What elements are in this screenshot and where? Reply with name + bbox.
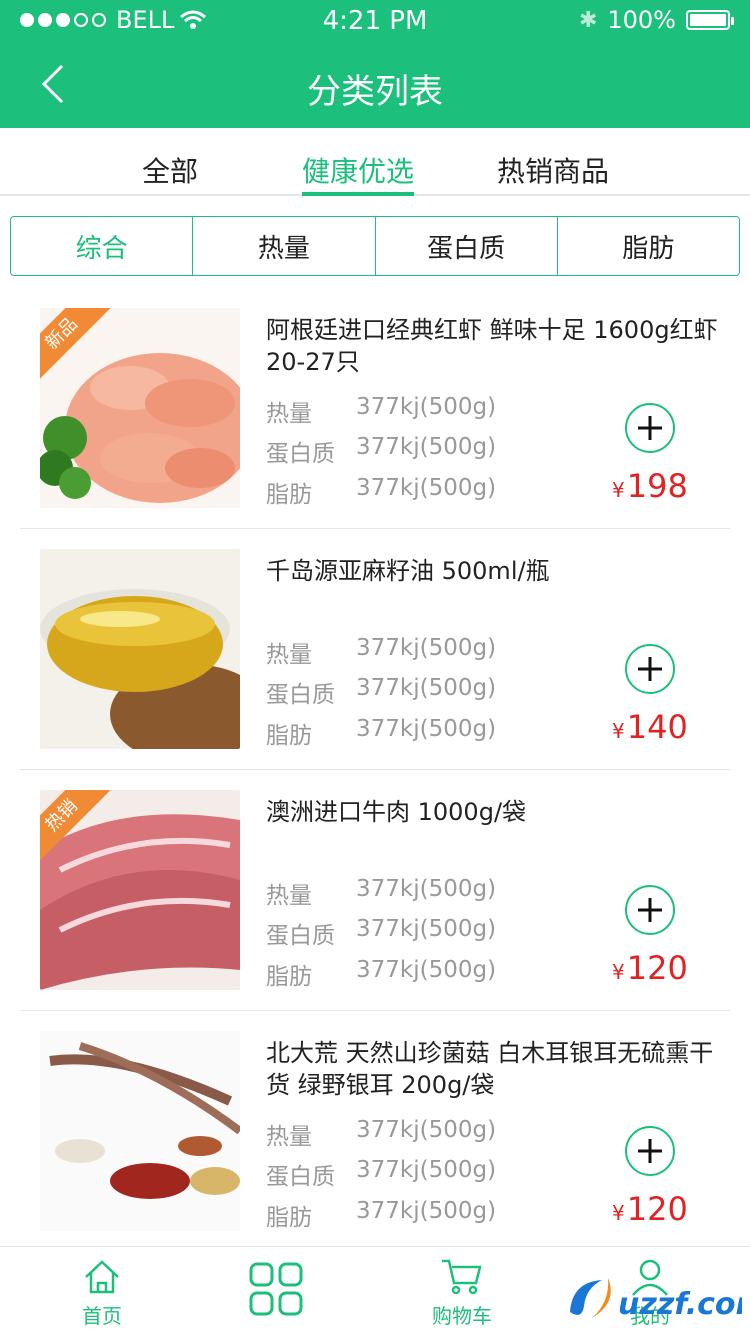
protein-value: 377kj(500g) bbox=[356, 434, 497, 460]
fat-value: 377kj(500g) bbox=[356, 957, 497, 983]
list-item[interactable]: 千岛源亚麻籽油 500ml/瓶 热量 377kj(500g) 蛋白质 377kj(5… bbox=[0, 529, 750, 770]
price: ¥120 bbox=[612, 949, 688, 987]
product-name: 阿根廷进口经典红虾 鲜味十足 1600g红虾20-27只 bbox=[266, 316, 718, 376]
price: ¥120 bbox=[612, 1190, 688, 1228]
protein-row: 蛋白质 377kj(500g) bbox=[266, 1157, 497, 1190]
list-item[interactable]: 热销 澳洲进口牛肉 1000g/袋 热量 377kj(500g) 蛋白质 377kj… bbox=[0, 770, 750, 1011]
fat-row: 脂肪 377kj(500g) bbox=[266, 716, 497, 749]
status-bar: BELL 4:21 PM ✱ 100% bbox=[0, 0, 750, 40]
add-to-cart-button[interactable] bbox=[625, 1126, 675, 1176]
protein-value: 377kj(500g) bbox=[356, 1157, 497, 1183]
tabbar-home[interactable]: 首页 bbox=[42, 1247, 162, 1334]
sort-overall[interactable]: 综合 bbox=[11, 217, 192, 275]
add-to-cart-button[interactable] bbox=[625, 644, 675, 694]
tabbar-category[interactable] bbox=[216, 1247, 336, 1334]
calories-value: 377kj(500g) bbox=[356, 635, 497, 661]
price: ¥140 bbox=[612, 708, 688, 746]
fat-row: 脂肪 377kj(500g) bbox=[266, 957, 497, 990]
watermark-logo: uzzf.com bbox=[570, 1278, 742, 1322]
list-item[interactable]: 北大荒 天然山珍菌菇 白木耳银耳无硫熏干货 绿野银耳 200g/袋 热量 377k… bbox=[0, 1011, 750, 1252]
sort-bar: 综合 热量 蛋白质 脂肪 bbox=[10, 216, 740, 276]
tab-healthy[interactable]: 健康优选 bbox=[302, 150, 415, 196]
calories-row: 热量 377kj(500g) bbox=[266, 1117, 497, 1150]
tab-all[interactable]: 全部 bbox=[142, 150, 198, 196]
tab-hot[interactable]: 热销商品 bbox=[497, 150, 609, 196]
tabbar-cart[interactable]: 购物车 bbox=[402, 1247, 522, 1334]
battery-icon bbox=[686, 10, 734, 30]
grid-icon bbox=[249, 1262, 303, 1316]
add-to-cart-button[interactable] bbox=[625, 403, 675, 453]
product-name: 千岛源亚麻籽油 500ml/瓶 bbox=[266, 557, 550, 585]
price: ¥198 bbox=[612, 467, 688, 505]
tabbar-cart-label: 购物车 bbox=[432, 1304, 492, 1328]
protein-row: 蛋白质 377kj(500g) bbox=[266, 916, 497, 949]
protein-row: 蛋白质 377kj(500g) bbox=[266, 675, 497, 708]
protein-row: 蛋白质 377kj(500g) bbox=[266, 434, 497, 467]
list-item[interactable]: 新品 阿根廷进口经典红虾 鲜味十足 1600g红虾20-27只 热量 377kj(… bbox=[0, 288, 750, 529]
tabbar-home-label: 首页 bbox=[82, 1304, 122, 1328]
header: BELL 4:21 PM ✱ 100% 分类列表 bbox=[0, 0, 750, 128]
product-name: 北大荒 天然山珍菌菇 白木耳银耳无硫熏干货 绿野银耳 200g/袋 bbox=[266, 1039, 714, 1099]
product-image bbox=[40, 549, 240, 749]
calories-row: 热量 377kj(500g) bbox=[266, 876, 497, 909]
product-image: 新品 bbox=[40, 308, 240, 508]
page-title: 分类列表 bbox=[307, 72, 443, 112]
calories-value: 377kj(500g) bbox=[356, 394, 497, 420]
bluetooth-icon: ✱ bbox=[578, 7, 598, 33]
sort-calories[interactable]: 热量 bbox=[192, 217, 374, 275]
sort-fat[interactable]: 脂肪 bbox=[556, 217, 739, 275]
fat-row: 脂肪 377kj(500g) bbox=[266, 1198, 497, 1231]
fat-row: 脂肪 377kj(500g) bbox=[266, 475, 497, 508]
calories-value: 377kj(500g) bbox=[356, 1117, 497, 1143]
cart-icon bbox=[442, 1259, 482, 1295]
protein-value: 377kj(500g) bbox=[356, 916, 497, 942]
product-list: 新品 阿根廷进口经典红虾 鲜味十足 1600g红虾20-27只 热量 377kj(… bbox=[0, 288, 750, 1252]
product-image bbox=[40, 1031, 240, 1231]
calories-row: 热量 377kj(500g) bbox=[266, 635, 497, 668]
product-image: 热销 bbox=[40, 790, 240, 990]
protein-value: 377kj(500g) bbox=[356, 675, 497, 701]
fat-value: 377kj(500g) bbox=[356, 716, 497, 742]
bottom-tab-bar: 首页 购物车 我的 uzzf.com bbox=[0, 1246, 750, 1334]
fat-value: 377kj(500g) bbox=[356, 1198, 497, 1224]
watermark-text: uzzf.com bbox=[618, 1287, 742, 1322]
category-tabs: 全部 健康优选 热销商品 bbox=[0, 128, 750, 196]
calories-value: 377kj(500g) bbox=[356, 876, 497, 902]
calories-row: 热量 377kj(500g) bbox=[266, 394, 497, 427]
battery-percent: 100% bbox=[607, 6, 676, 34]
product-name: 澳洲进口牛肉 1000g/袋 bbox=[266, 798, 527, 826]
home-icon bbox=[85, 1260, 119, 1294]
sort-protein[interactable]: 蛋白质 bbox=[374, 217, 557, 275]
fat-value: 377kj(500g) bbox=[356, 475, 497, 501]
add-to-cart-button[interactable] bbox=[625, 885, 675, 935]
